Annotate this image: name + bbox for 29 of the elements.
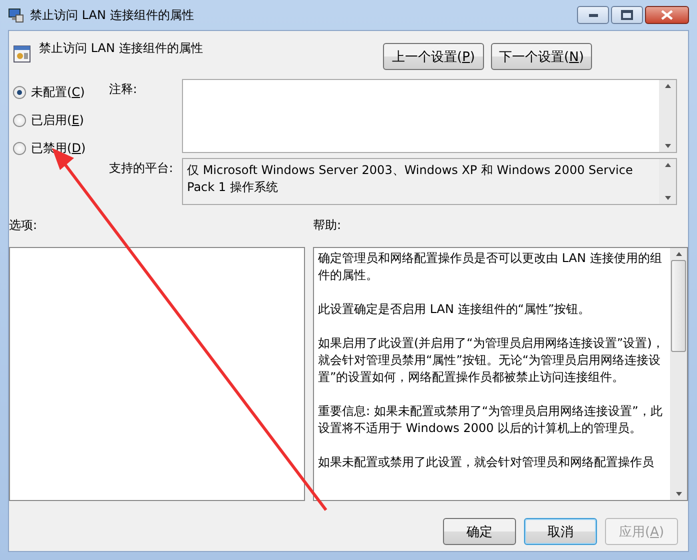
help-paragraph: 此设置确定是否启用 LAN 连接组件的“属性”按钮。 [318,301,592,318]
dialog-button[interactable]: 确定 [443,518,516,545]
options-label: 选项: [9,217,38,234]
window-title: 禁止访问 LAN 连接组件的属性 [30,6,194,24]
help-paragraph: 如果启用了此设置(并启用了“为管理员启用网络连接设置”设置)，就会针对管理员禁用“属性”按钮。无论“为管理员启用网络连接设置”的设置如何，网络配置操作员都被禁止访问连接组件。 [318,335,665,386]
radio-button[interactable] [13,86,26,98]
policy-title: 禁止访问 LAN 连接组件的属性 [39,40,203,57]
platform-label: 支持的平台: [109,160,174,177]
help-label: 帮助: [313,217,342,234]
nav-button[interactable]: 上一个设置(P) [383,43,484,70]
help-paragraph: 如果未配置或禁用了此设置，就会针对管理员和网络配置操作员 [318,454,655,471]
radio-option[interactable]: 已启用(E) [13,111,109,129]
computer-icon [8,7,24,23]
settings-page-icon [13,45,31,63]
close-button[interactable] [645,6,689,24]
help-paragraph: 确定管理员和网络配置操作员是否可以更改由 LAN 连接使用的组件的属性。 [318,250,663,284]
dialog-button[interactable]: 取消 [524,518,597,545]
nav-button[interactable]: 下一个设置(N) [491,43,592,70]
radio-option[interactable]: 未配置(C) [13,83,109,101]
maximize-button[interactable] [611,6,643,24]
radio-button[interactable] [13,114,26,126]
platform-text: 仅 Microsoft Windows Server 2003、Windows XP 和 Windows 2000 Service Pack 1 操作系统 [186,162,634,196]
help-paragraph: 重要信息: 如果未配置或禁用了“为管理员启用网络连接设置”，此设置将不适用于 Windows 2000 以后的计算机上的管理员。 [318,403,664,437]
scrollbar [659,80,676,152]
radio-button[interactable] [13,142,26,154]
comment-field[interactable] [182,79,677,153]
close-icon [661,10,673,20]
comment-label: 注释: [109,81,138,98]
minimize-button[interactable] [577,6,609,24]
